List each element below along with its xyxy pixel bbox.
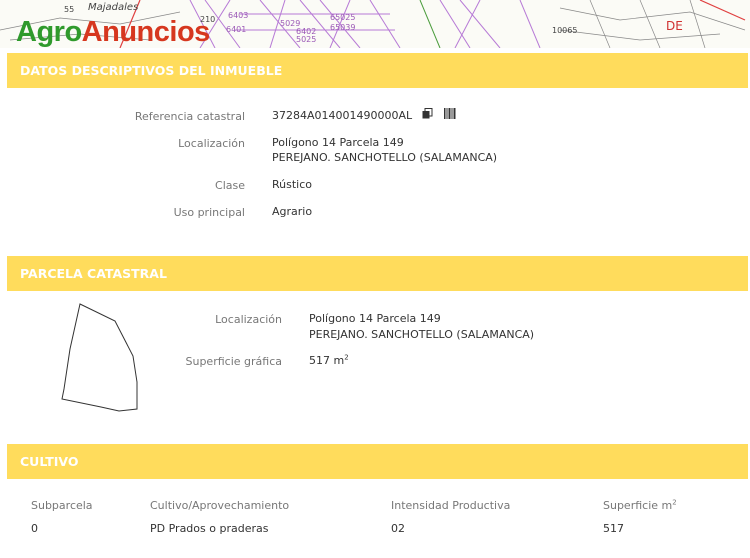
section-header-datos-descriptivos: DATOS DESCRIPTIVOS DEL INMUEBLE: [7, 53, 748, 88]
value-parcela-localizacion-line1: Polígono 14 Parcela 149: [309, 312, 441, 325]
value-referencia-catastral: 37284A014001490000AL: [272, 108, 456, 124]
value-localizacion-line1: Polígono 14 Parcela 149: [272, 136, 404, 149]
map-label: 55: [64, 5, 74, 14]
map-label: 6403: [228, 11, 248, 20]
value-localizacion-line2: PEREJANO. SANCHOTELLO (SALAMANCA): [272, 151, 498, 164]
label-localizacion: Localización: [178, 137, 245, 150]
value-superficie-grafica: 517 m2: [309, 353, 349, 369]
column-header-subparcela: Subparcela: [31, 499, 93, 512]
map-label: DE: [666, 19, 683, 33]
logo-text-anuncios: Anuncios: [81, 16, 211, 48]
column-header-superficie-exponent: 2: [672, 498, 677, 507]
section-body-parcela-catastral: Localización Polígono 14 Parcela 149 PER…: [7, 291, 748, 431]
label-clase: Clase: [215, 179, 245, 192]
column-header-cultivo: Cultivo/Aprovechamiento: [150, 499, 290, 512]
value-parcela-localizacion-line2: PEREJANO. SANCHOTELLO (SALAMANCA): [309, 328, 535, 341]
column-header-superficie-text: Superficie m: [603, 499, 673, 512]
map-label: 6401: [226, 25, 246, 34]
superficie-grafica-exponent: 2: [344, 353, 349, 362]
referencia-catastral-text: 37284A014001490000AL: [272, 109, 413, 122]
label-parcela-localizacion: Localización: [215, 313, 282, 326]
logo-text-agro: Agro: [16, 16, 82, 48]
map-label: Majadales: [88, 2, 138, 13]
column-header-intensidad: Intensidad Productiva: [391, 499, 511, 512]
barcode-icon[interactable]: [444, 108, 456, 124]
cell-superficie: 517: [603, 522, 624, 535]
value-uso-principal: Agrario: [272, 205, 313, 218]
column-header-superficie: Superficie m2: [603, 499, 677, 512]
section-header-parcela-catastral: PARCELA CATASTRAL: [7, 256, 748, 291]
label-superficie-grafica: Superficie gráfica: [185, 355, 283, 368]
section-body-cultivo: Subparcela Cultivo/Aprovechamiento Inten…: [7, 479, 748, 558]
copy-icon[interactable]: [422, 108, 433, 124]
section-header-cultivo: CULTIVO: [7, 444, 748, 479]
cell-subparcela: 0: [31, 522, 38, 535]
map-label: 10065: [552, 26, 577, 35]
cell-intensidad: 02: [391, 522, 405, 535]
map-label: 65025: [330, 13, 355, 22]
header-banner: 55 Majadales 210 6403 6401 5029 6402 502…: [0, 0, 750, 48]
superficie-grafica-text: 517 m: [309, 354, 345, 367]
map-label: 5025: [296, 35, 316, 44]
cell-cultivo: PD Prados o praderas: [150, 522, 269, 535]
map-label: 65039: [330, 23, 355, 32]
label-referencia-catastral: Referencia catastral: [134, 110, 245, 123]
agroanuncios-logo[interactable]: AgroAnuncios: [16, 18, 210, 47]
section-body-datos-descriptivos: Referencia catastral 37284A014001490000A…: [7, 88, 748, 248]
value-clase: Rústico: [272, 178, 312, 191]
label-uso-principal: Uso principal: [173, 206, 245, 219]
